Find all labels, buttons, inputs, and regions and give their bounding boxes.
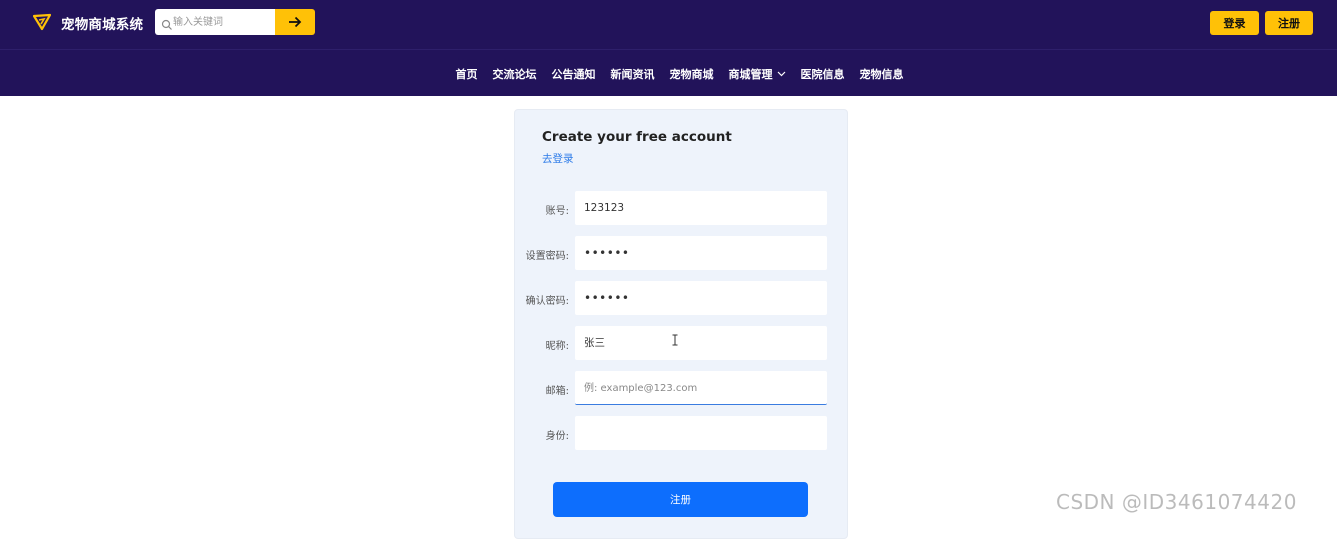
identity-label: 身份: [545, 431, 569, 442]
nav-item-hospital[interactable]: 医院信息 [801, 66, 845, 82]
nickname-field[interactable]: 张三 [575, 326, 827, 360]
email-label: 邮箱: [545, 386, 569, 397]
watermark: CSDN @ID3461074420 [1056, 490, 1297, 514]
top-header: 宠物商城系统 登录 注册 [0, 0, 1337, 49]
account-value: 123123 [584, 202, 625, 214]
password-label: 设置密码: [525, 251, 569, 262]
form-title: Create your free account [542, 129, 732, 145]
password-field[interactable]: •••••• [575, 236, 827, 270]
nav-item-shop-management[interactable]: 商城管理 [729, 66, 786, 82]
go-login-link[interactable]: 去登录 [542, 151, 574, 166]
nav-item-label: 商城管理 [728, 67, 773, 81]
search-input[interactable] [173, 9, 273, 35]
confirm-password-value: •••••• [584, 291, 630, 305]
text-cursor-icon [672, 334, 678, 349]
email-field[interactable] [575, 371, 827, 405]
arrow-right-icon [288, 13, 302, 32]
register-card: Create your free account 去登录 账号: 123123 … [514, 109, 848, 539]
chevron-down-icon [773, 67, 786, 80]
register-button[interactable]: 注册 [1265, 11, 1313, 35]
nav-item-forum[interactable]: 交流论坛 [493, 66, 537, 82]
nav-menu: 首页 交流论坛 公告通知 新闻资讯 宠物商城 商城管理 医院信息 宠物信息 [0, 50, 1337, 97]
confirm-password-field[interactable]: •••••• [575, 281, 827, 315]
account-label: 账号: [545, 206, 569, 217]
confirm-password-label: 确认密码: [525, 296, 569, 307]
search-submit-button[interactable] [275, 9, 315, 35]
search-icon [161, 16, 173, 30]
search-box [155, 9, 275, 35]
paper-plane-icon [32, 13, 52, 31]
email-input[interactable] [584, 371, 819, 405]
password-value: •••••• [584, 246, 630, 260]
nav-item-pet-info[interactable]: 宠物信息 [860, 66, 904, 82]
nav-item-news[interactable]: 新闻资讯 [611, 66, 655, 82]
nav-item-home[interactable]: 首页 [456, 66, 478, 82]
brand-title: 宠物商城系统 [61, 17, 144, 33]
login-button[interactable]: 登录 [1210, 11, 1259, 35]
nav-item-announcements[interactable]: 公告通知 [552, 66, 596, 82]
nickname-value: 张三 [584, 337, 605, 349]
main-nav: 首页 交流论坛 公告通知 新闻资讯 宠物商城 商城管理 医院信息 宠物信息 [0, 49, 1337, 96]
register-submit-button[interactable]: 注册 [553, 482, 808, 517]
account-field[interactable]: 123123 [575, 191, 827, 225]
nickname-label: 昵称: [545, 341, 569, 352]
nav-item-pet-shop[interactable]: 宠物商城 [670, 66, 714, 82]
identity-select[interactable] [575, 416, 827, 450]
